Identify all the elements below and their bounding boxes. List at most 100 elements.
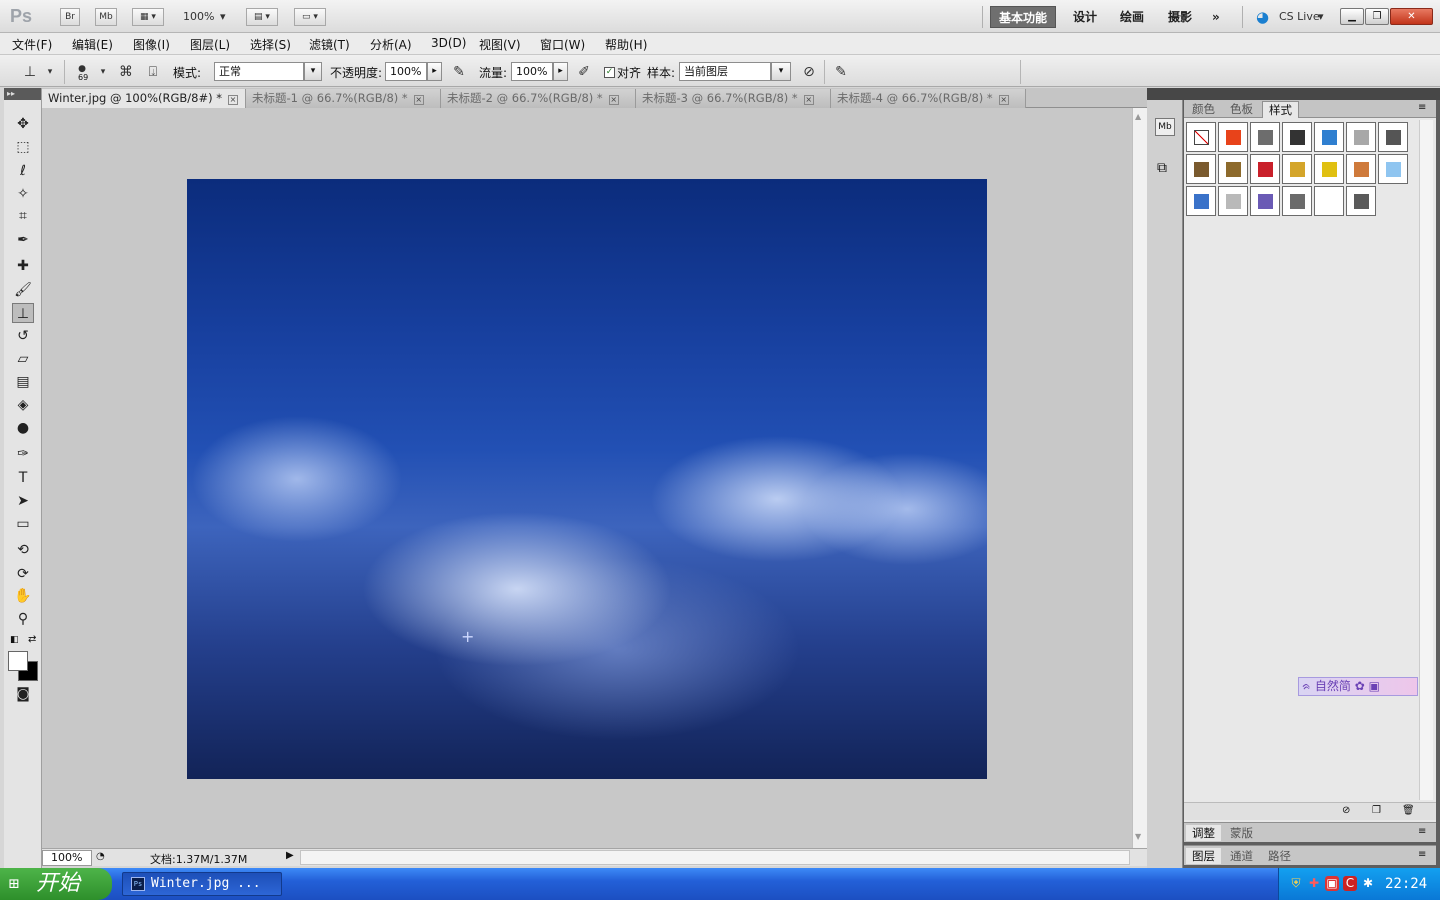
quick-selection-tool-icon[interactable]: ✧ xyxy=(12,184,34,204)
close-icon[interactable]: × xyxy=(228,95,238,105)
arrange-documents-button[interactable]: ▤ ▾ xyxy=(246,8,278,26)
antivirus-icon[interactable]: ✚ xyxy=(1307,876,1321,891)
tab-color[interactable]: 颜色 xyxy=(1186,101,1221,118)
foreground-color-swatch[interactable] xyxy=(8,651,28,671)
style-swatch[interactable] xyxy=(1282,154,1312,184)
tab-untitled-1[interactable]: 未标题-1 @ 66.7%(RGB/8) * × xyxy=(246,89,441,108)
close-icon[interactable]: × xyxy=(608,95,619,105)
clone-stamp-preset-icon[interactable]: ⊥ xyxy=(20,62,40,82)
style-swatch[interactable] xyxy=(1346,122,1376,152)
style-swatch[interactable] xyxy=(1314,186,1344,216)
delete-style-icon[interactable]: 🗑 xyxy=(1402,805,1415,816)
panel-menu-icon[interactable]: ≡ xyxy=(1418,826,1426,837)
zoom-dropdown-icon[interactable]: ▾ xyxy=(220,10,226,23)
more-workspaces-icon[interactable]: » xyxy=(1204,6,1228,28)
minimize-button[interactable]: ▁ xyxy=(1340,8,1364,25)
style-swatch[interactable] xyxy=(1250,154,1280,184)
tab-styles[interactable]: 样式 xyxy=(1262,101,1299,118)
status-info-icon[interactable]: ◔ xyxy=(96,851,105,862)
style-swatch[interactable] xyxy=(1250,122,1280,152)
mode-select[interactable]: 正常 xyxy=(214,62,304,81)
style-swatch[interactable] xyxy=(1346,186,1376,216)
style-swatch[interactable] xyxy=(1218,186,1248,216)
eraser-tool-icon[interactable]: ▱ xyxy=(12,349,34,369)
security-shield-icon[interactable]: ⛨ xyxy=(1289,876,1303,891)
clone-stamp-tool-icon[interactable]: ⊥ xyxy=(12,303,34,323)
document-canvas[interactable]: + xyxy=(42,108,1132,848)
mini-bridge-panel-icon[interactable]: Mb xyxy=(1155,118,1175,136)
start-button[interactable]: ⊞ 开始 xyxy=(0,868,112,900)
tab-untitled-3[interactable]: 未标题-3 @ 66.7%(RGB/8) * × xyxy=(636,89,831,108)
tab-layers[interactable]: 图层 xyxy=(1186,848,1221,864)
tab-paths[interactable]: 路径 xyxy=(1262,848,1297,864)
menu-view[interactable]: 视图(V) xyxy=(479,36,521,53)
marquee-tool-icon[interactable]: ⬚ xyxy=(12,137,34,157)
network-tray-icon[interactable]: ✱ xyxy=(1361,876,1375,891)
style-swatch[interactable] xyxy=(1346,154,1376,184)
preset-dropdown-icon[interactable]: ▾ xyxy=(40,62,60,82)
winter-forest-image[interactable]: + xyxy=(187,179,987,779)
close-icon[interactable]: × xyxy=(413,95,424,105)
panel-menu-icon[interactable]: ≡ xyxy=(1418,102,1426,113)
history-brush-tool-icon[interactable]: ↺ xyxy=(12,326,34,346)
close-button[interactable]: ✕ xyxy=(1390,8,1433,25)
rectangle-tool-icon[interactable]: ▭ xyxy=(12,514,34,534)
tab-channels[interactable]: 通道 xyxy=(1224,848,1259,864)
vertical-scrollbar[interactable]: ▲ ▼ xyxy=(1132,108,1147,848)
3d-rotate-tool-icon[interactable]: ⟲ xyxy=(12,540,34,560)
horizontal-scrollbar[interactable] xyxy=(300,850,1130,865)
style-swatch[interactable] xyxy=(1282,122,1312,152)
style-swatch[interactable] xyxy=(1378,122,1408,152)
brush-dropdown-icon[interactable]: ▾ xyxy=(93,62,113,82)
style-swatch[interactable] xyxy=(1218,154,1248,184)
style-swatch[interactable] xyxy=(1378,154,1408,184)
flow-input[interactable]: 100% xyxy=(511,62,553,81)
close-icon[interactable]: × xyxy=(803,95,814,105)
cs-live-dropdown-icon[interactable]: ▾ xyxy=(1318,10,1324,23)
pressure-size-icon[interactable]: ✎ xyxy=(831,62,851,82)
menu-layer[interactable]: 图层(L) xyxy=(190,36,230,53)
cs-live-button[interactable]: CS Live xyxy=(1279,10,1320,23)
workspace-essentials[interactable]: 基本功能 xyxy=(990,6,1057,28)
eyedropper-tool-icon[interactable]: ✒ xyxy=(12,230,34,250)
menu-window[interactable]: 窗口(W) xyxy=(540,36,585,53)
menu-help[interactable]: 帮助(H) xyxy=(605,36,647,53)
default-colors-icon[interactable]: ◧ xyxy=(10,635,19,645)
style-swatch[interactable] xyxy=(1186,186,1216,216)
status-menu-icon[interactable]: ▶ xyxy=(286,850,294,861)
quick-mask-icon[interactable]: ◙ xyxy=(12,684,34,704)
ignore-adjustment-layers-icon[interactable]: ⊘ xyxy=(799,62,819,82)
type-tool-icon[interactable]: T xyxy=(12,468,34,488)
align-checkbox[interactable]: ✓ xyxy=(604,67,615,78)
style-swatch[interactable] xyxy=(1250,186,1280,216)
mode-dropdown-icon[interactable]: ▾ xyxy=(304,62,322,81)
tab-untitled-2[interactable]: 未标题-2 @ 66.7%(RGB/8) * × xyxy=(441,89,636,108)
status-zoom-input[interactable]: 100% xyxy=(42,850,92,866)
history-panel-icon[interactable]: ⧉ xyxy=(1157,160,1167,176)
swap-colors-icon[interactable]: ⇄ xyxy=(28,634,36,645)
scroll-up-icon[interactable]: ▲ xyxy=(1135,112,1141,121)
close-icon[interactable]: × xyxy=(998,95,1009,105)
clone-source-icon[interactable]: ⍗ xyxy=(143,62,163,82)
app-tray-icon[interactable]: ▣ xyxy=(1325,876,1339,891)
cn-app-tray-icon[interactable]: C xyxy=(1343,876,1357,891)
view-extras-button[interactable]: ▦ ▾ xyxy=(132,8,164,26)
tab-untitled-4[interactable]: 未标题-4 @ 66.7%(RGB/8) * × xyxy=(831,89,1026,108)
hand-tool-icon[interactable]: ✋ xyxy=(12,586,34,606)
style-swatch[interactable] xyxy=(1314,154,1344,184)
workspace-photography[interactable]: 摄影 xyxy=(1160,6,1200,28)
new-style-icon[interactable]: ❐ xyxy=(1372,805,1381,816)
sample-dropdown-icon[interactable]: ▾ xyxy=(771,62,791,81)
pressure-opacity-icon[interactable]: ✎ xyxy=(449,62,469,82)
menu-analysis[interactable]: 分析(A) xyxy=(370,36,412,53)
style-swatch[interactable] xyxy=(1186,122,1216,152)
crop-tool-icon[interactable]: ⌗ xyxy=(12,206,34,226)
menu-select[interactable]: 选择(S) xyxy=(250,36,291,53)
menu-file[interactable]: 文件(F) xyxy=(12,36,52,53)
workspace-design[interactable]: 设计 xyxy=(1065,6,1105,28)
tab-masks[interactable]: 蒙版 xyxy=(1224,825,1259,841)
3d-orbit-tool-icon[interactable]: ⟳ xyxy=(12,564,34,584)
opacity-input[interactable]: 100% xyxy=(385,62,427,81)
tab-winter[interactable]: Winter.jpg @ 100%(RGB/8#) * × xyxy=(42,89,246,108)
lasso-tool-icon[interactable]: ℓ xyxy=(12,161,34,181)
